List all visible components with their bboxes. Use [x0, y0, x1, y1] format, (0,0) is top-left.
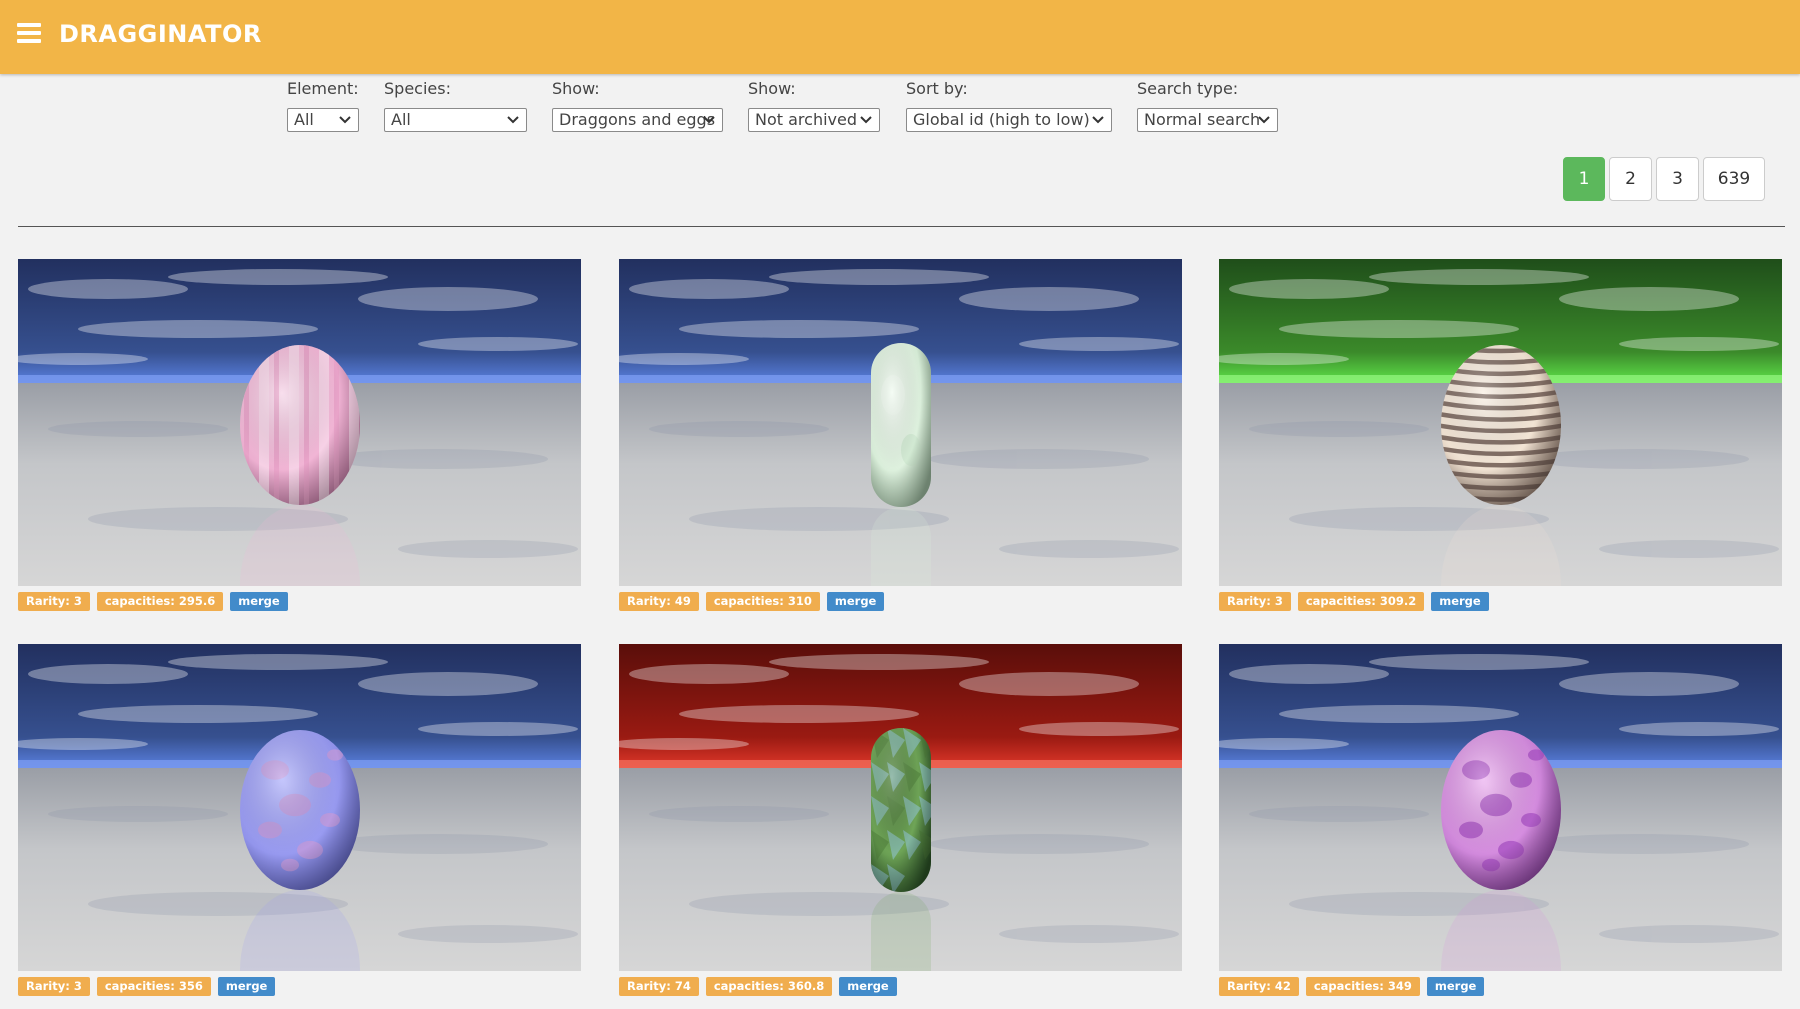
search-type-select-value: Normal search	[1144, 110, 1261, 129]
capacities-badge: capacities: 360.8	[705, 977, 833, 996]
divider	[18, 226, 1785, 227]
species-select-value: All	[391, 110, 411, 129]
egg-thumbnail[interactable]	[1219, 644, 1782, 971]
sort-filter: Sort by: Global id (high to low)	[906, 78, 1112, 132]
species-filter: Species: All	[384, 78, 527, 132]
egg-thumbnail[interactable]	[1219, 259, 1782, 586]
show-type-select-value: Draggons and eggs	[559, 110, 716, 129]
card-badges: Rarity: 42 capacities: 349 merge	[1219, 975, 1491, 996]
card-badges: Rarity: 3 capacities: 356 merge	[18, 975, 282, 996]
filter-bar: Element: All Species: All Show: Draggons…	[0, 78, 1800, 138]
species-filter-label: Species:	[384, 79, 451, 98]
card-badges: Rarity: 3 capacities: 295.6 merge	[18, 590, 295, 611]
archive-filter-label: Show:	[748, 79, 796, 98]
element-select-value: All	[294, 110, 314, 129]
chevron-down-icon	[1258, 116, 1270, 124]
sort-filter-label: Sort by:	[906, 79, 968, 98]
page-2-button[interactable]: 2	[1609, 157, 1652, 201]
app-title: DRAGGINATOR	[59, 20, 262, 48]
rarity-badge: Rarity: 74	[619, 977, 699, 996]
rarity-badge: Rarity: 42	[1219, 977, 1299, 996]
archive-select[interactable]: Not archived	[748, 108, 880, 132]
search-type-select[interactable]: Normal search	[1137, 108, 1278, 132]
rarity-badge: Rarity: 3	[18, 592, 90, 611]
capacities-badge: capacities: 310	[705, 592, 820, 611]
sort-select-value: Global id (high to low)	[913, 110, 1090, 129]
element-select[interactable]: All	[287, 108, 359, 132]
archive-filter: Show: Not archived	[748, 78, 880, 132]
merge-button[interactable]: merge	[826, 592, 885, 611]
egg-thumbnail[interactable]	[18, 644, 581, 971]
search-type-filter: Search type: Normal search	[1137, 78, 1278, 132]
egg-card: Rarity: 3 capacities: 309.2 merge	[1219, 259, 1782, 611]
merge-button[interactable]: merge	[217, 977, 276, 996]
species-select[interactable]: All	[384, 108, 527, 132]
egg-card: Rarity: 42 capacities: 349 merge	[1219, 644, 1782, 996]
card-badges: Rarity: 3 capacities: 309.2 merge	[1219, 590, 1496, 611]
chevron-down-icon	[860, 116, 872, 124]
rarity-badge: Rarity: 49	[619, 592, 699, 611]
egg-card: Rarity: 74 capacities: 360.8 merge	[619, 644, 1182, 996]
page-639-button[interactable]: 639	[1703, 157, 1765, 201]
egg-thumbnail[interactable]	[619, 259, 1182, 586]
egg-thumbnail[interactable]	[18, 259, 581, 586]
egg-card: Rarity: 3 capacities: 356 merge	[18, 644, 581, 996]
chevron-down-icon	[1092, 116, 1104, 124]
capacities-badge: capacities: 309.2	[1297, 592, 1425, 611]
page-3-button[interactable]: 3	[1656, 157, 1699, 201]
merge-button[interactable]: merge	[839, 977, 897, 996]
chevron-down-icon	[507, 116, 519, 124]
element-filter-label: Element:	[287, 79, 359, 98]
page-1-button[interactable]: 1	[1563, 157, 1605, 201]
chevron-down-icon	[339, 116, 351, 124]
rarity-badge: Rarity: 3	[1219, 592, 1291, 611]
search-type-filter-label: Search type:	[1137, 79, 1239, 98]
top-bar: DRAGGINATOR	[0, 0, 1800, 74]
menu-icon[interactable]	[17, 23, 41, 43]
sort-select[interactable]: Global id (high to low)	[906, 108, 1112, 132]
capacities-badge: capacities: 349	[1305, 977, 1420, 996]
archive-select-value: Not archived	[755, 110, 857, 129]
show-type-filter-label: Show:	[552, 79, 600, 98]
egg-card: Rarity: 3 capacities: 295.6 merge	[18, 259, 581, 611]
show-type-select[interactable]: Draggons and eggs	[552, 108, 723, 132]
merge-button[interactable]: merge	[1426, 977, 1485, 996]
merge-button[interactable]: merge	[1431, 592, 1489, 611]
egg-card: Rarity: 49 capacities: 310 merge	[619, 259, 1182, 611]
pagination: 1 2 3 639	[1563, 157, 1789, 201]
rarity-badge: Rarity: 3	[18, 977, 90, 996]
element-filter: Element: All	[287, 78, 359, 132]
capacities-badge: capacities: 356	[96, 977, 211, 996]
capacities-badge: capacities: 295.6	[96, 592, 224, 611]
chevron-down-icon	[703, 116, 715, 124]
card-badges: Rarity: 49 capacities: 310 merge	[619, 590, 891, 611]
card-badges: Rarity: 74 capacities: 360.8 merge	[619, 975, 904, 996]
show-type-filter: Show: Draggons and eggs	[552, 78, 723, 132]
merge-button[interactable]: merge	[230, 592, 288, 611]
egg-thumbnail[interactable]	[619, 644, 1182, 971]
